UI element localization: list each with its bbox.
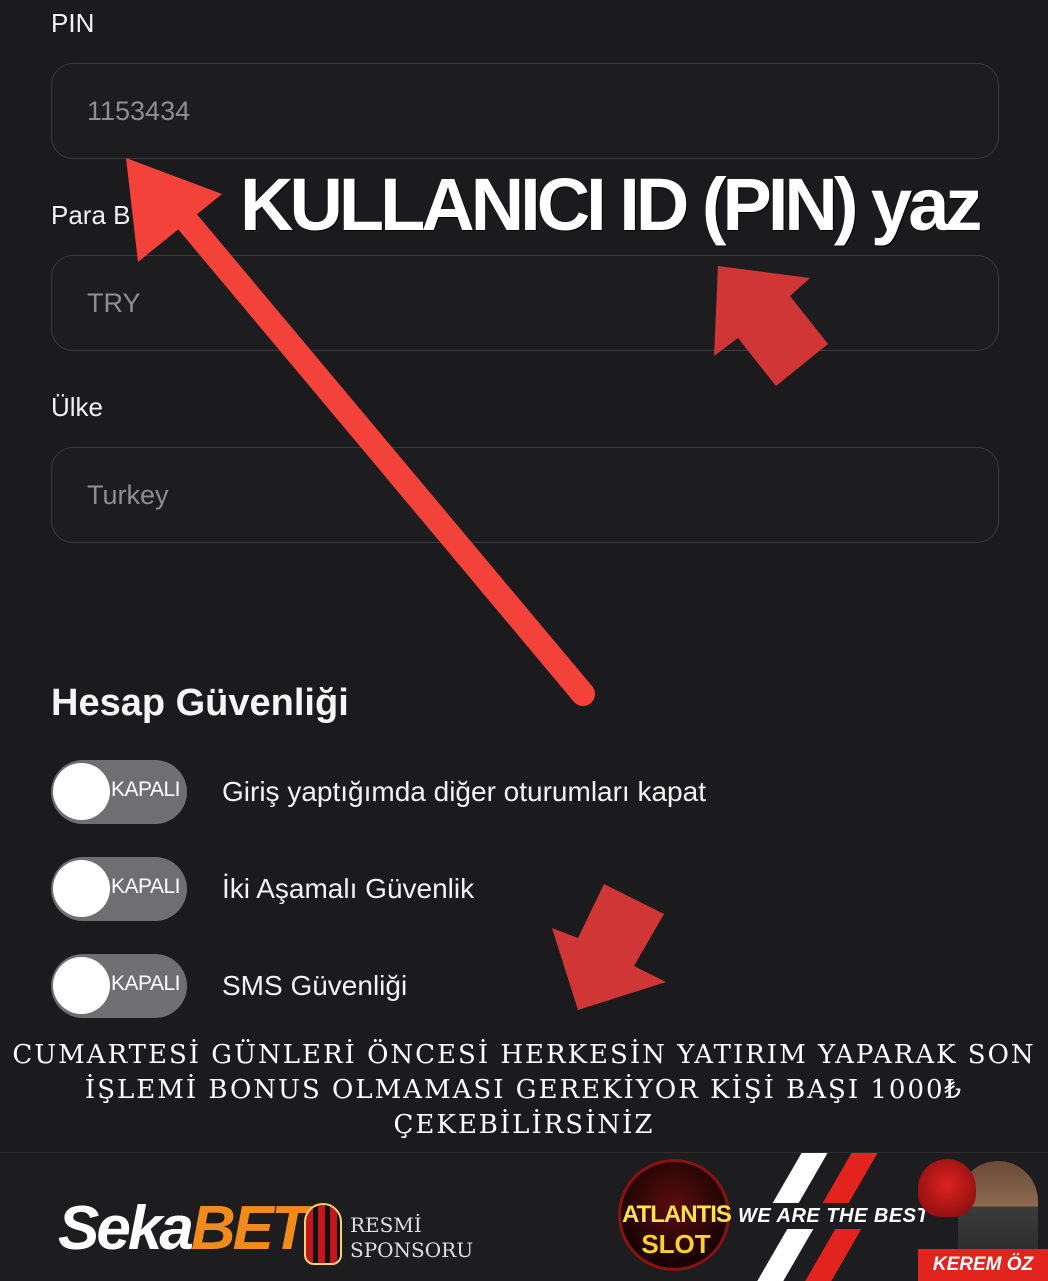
- sponsor-line2: SPONSORU: [350, 1238, 474, 1262]
- decor-stripe: [822, 1153, 884, 1203]
- decor-stripe: [800, 1229, 862, 1281]
- slot-logo-line2: SLOT: [641, 1229, 711, 1259]
- official-sponsor-text: RESMİ SPONSORU: [350, 1213, 473, 1263]
- name-tag: KEREM ÖZ: [918, 1249, 1048, 1281]
- brand-part1: Seka: [58, 1194, 194, 1263]
- tiger-head-icon: [918, 1159, 976, 1217]
- slot-logo-line1: ATLANTIS: [622, 1201, 732, 1228]
- bonus-notice: CUMARTESİ GÜNLERİ ÖNCESİ HERKESİN YATIRI…: [12, 1040, 1036, 1140]
- sponsor-banner: SekaBET RESMİ SPONSORU ATLANTIS SLOT WE …: [0, 1152, 1048, 1281]
- sponsor-line1: RESMİ: [350, 1213, 422, 1237]
- club-crest-icon: [304, 1203, 342, 1265]
- annotation-headline: KULLANICI ID (PIN) yaz: [240, 163, 982, 246]
- decor-stripe: [772, 1153, 834, 1203]
- motto-text: WE ARE THE BEST: [738, 1205, 930, 1227]
- arrow-up-left-icon: [714, 266, 828, 386]
- brand-part2: BET: [190, 1194, 309, 1263]
- decor-stripe: [752, 1229, 814, 1281]
- arrow-down-left-icon: [552, 884, 666, 1010]
- sekabet-logo: SekaBET: [58, 1193, 309, 1264]
